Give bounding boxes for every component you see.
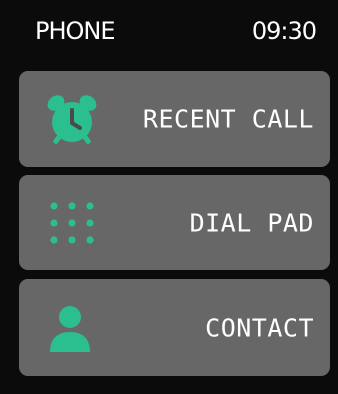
recent-call-label: RECENT CALL: [142, 104, 314, 134]
dial-pad-button[interactable]: DIAL PAD: [19, 175, 330, 270]
contact-label: CONTACT: [205, 313, 314, 342]
app-title: PHONE: [35, 17, 116, 45]
phone-app-screen: PHONE 09:30 RECENT CALL DIAL PAD CONTACT: [0, 0, 338, 394]
clock-time: 09:30: [251, 17, 317, 45]
contact-person-icon: [44, 300, 100, 356]
recent-call-button[interactable]: RECENT CALL: [19, 71, 330, 167]
dial-pad-label: DIAL PAD: [189, 208, 314, 237]
dial-pad-icon: [44, 195, 100, 251]
status-bar: PHONE 09:30: [0, 0, 338, 64]
alarm-clock-icon: [44, 91, 100, 147]
contact-button[interactable]: CONTACT: [19, 279, 330, 376]
